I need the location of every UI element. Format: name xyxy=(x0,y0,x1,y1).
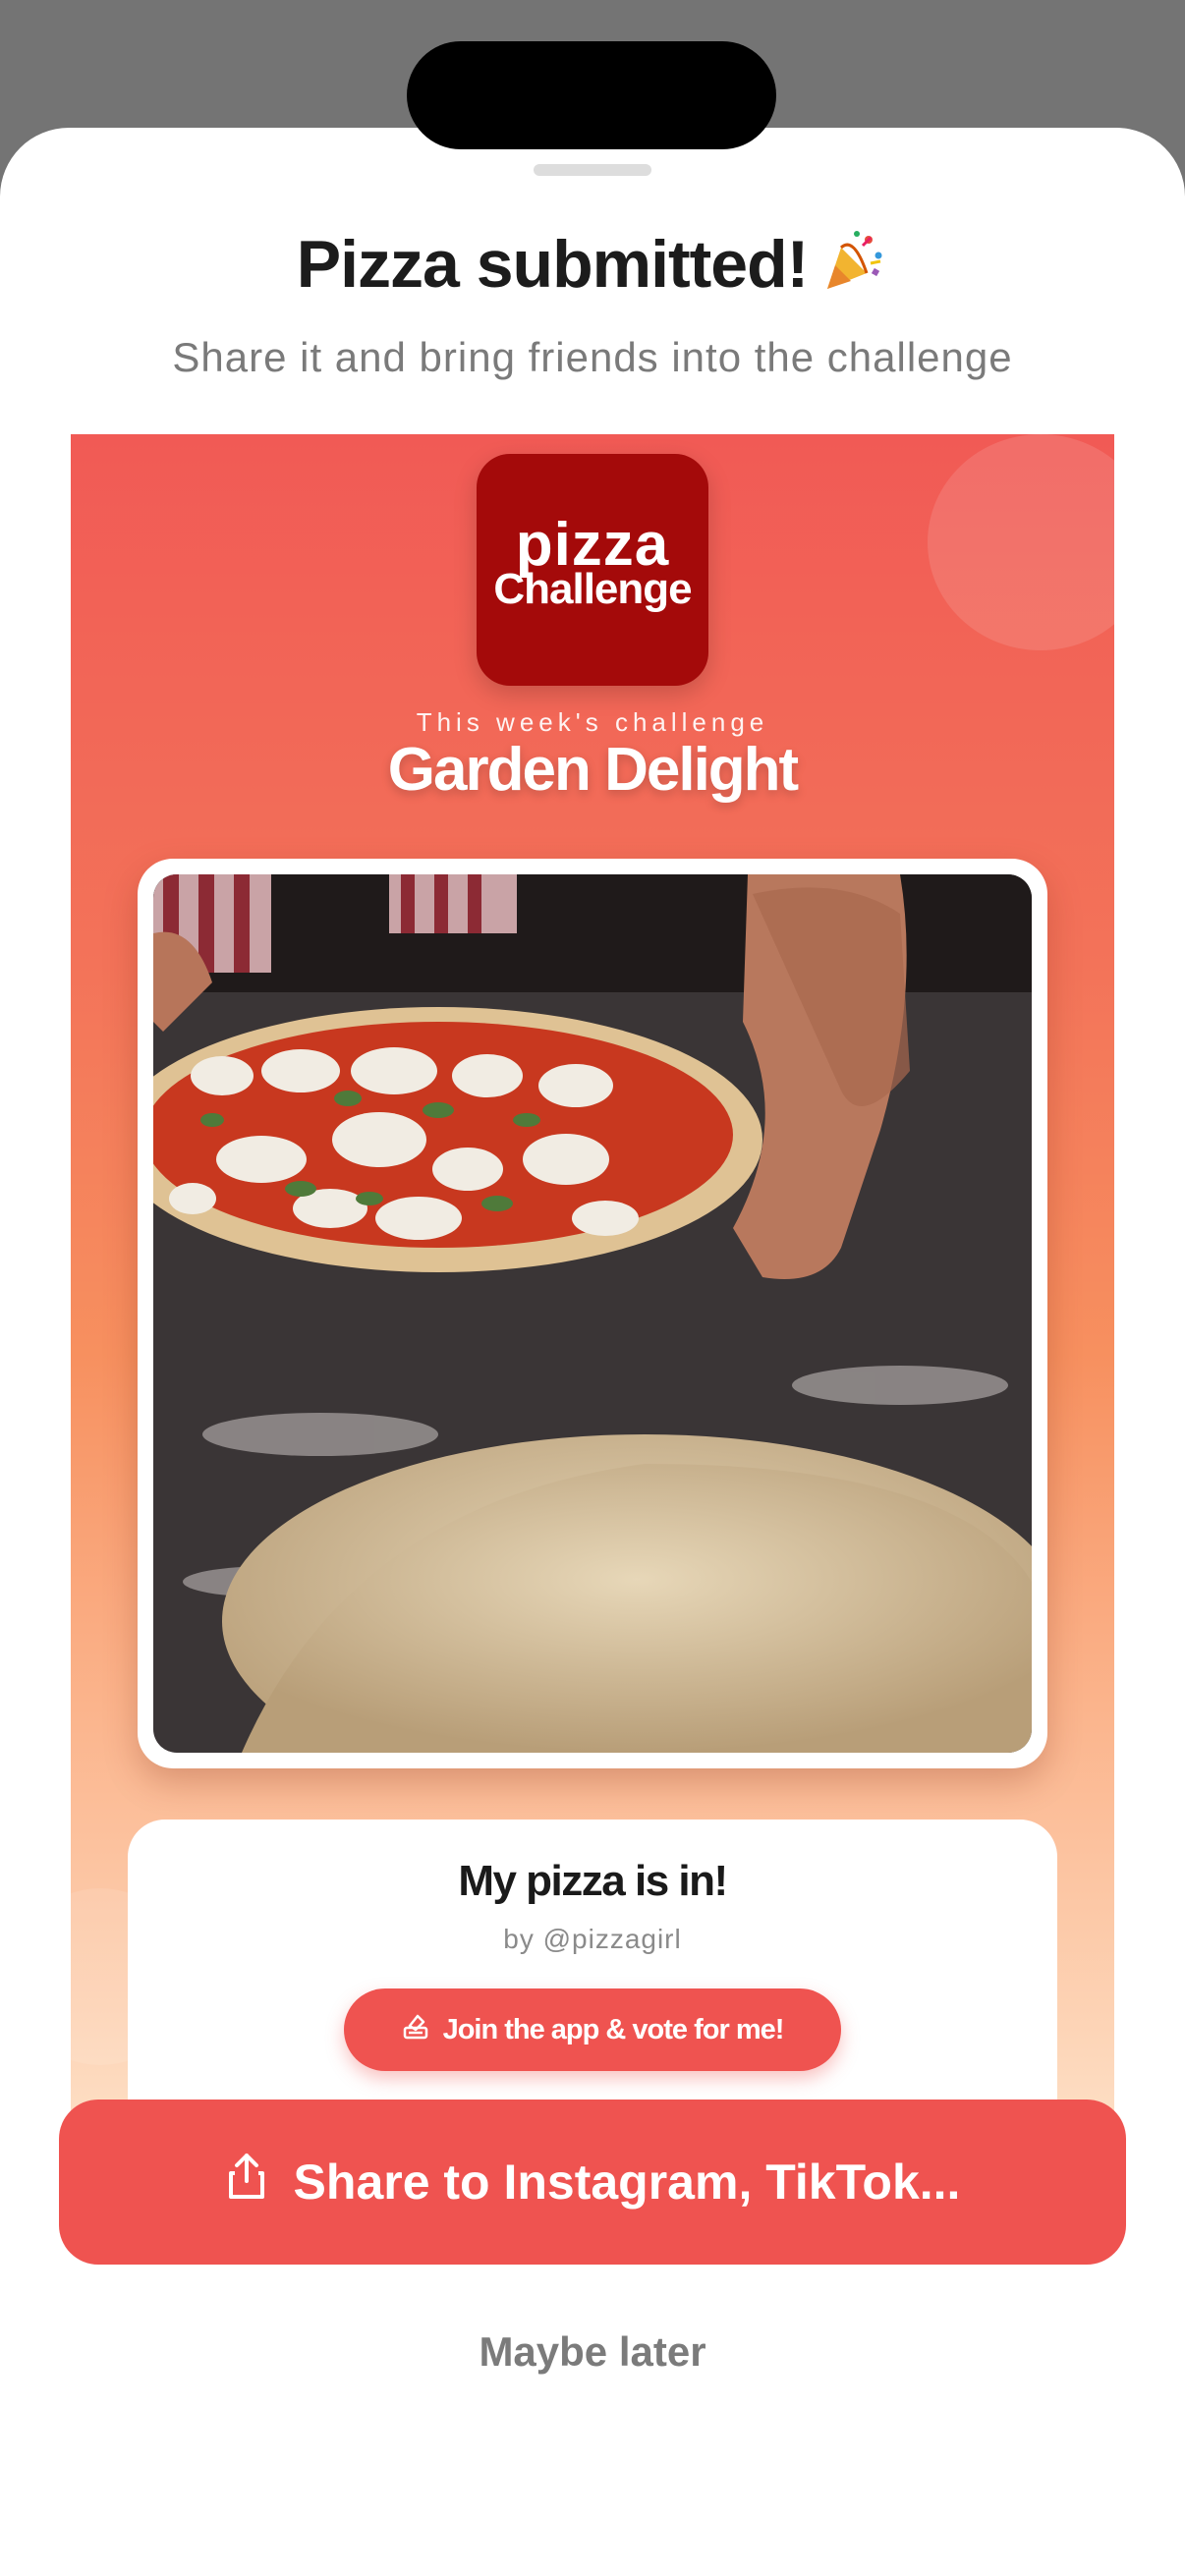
share-button-label: Share to Instagram, TikTok... xyxy=(293,2155,961,2210)
sheet-subtitle: Share it and bring friends into the chal… xyxy=(172,334,1013,380)
sheet-title: Pizza submitted! xyxy=(0,226,1185,303)
post-title: My pizza is in! xyxy=(458,1857,728,1905)
share-button[interactable]: Share to Instagram, TikTok... xyxy=(59,2100,1126,2265)
pizza-photo xyxy=(153,874,1032,1753)
week-label: This week's challenge xyxy=(416,707,769,737)
author-handle: by @pizzagirl xyxy=(503,1924,682,1954)
vote-button-label: Join the app & vote for me! xyxy=(442,2013,785,2045)
sheet-grabber[interactable] xyxy=(534,164,651,176)
maybe-later-button[interactable]: Maybe later xyxy=(0,2328,1185,2376)
sheet-title-text: Pizza submitted! xyxy=(296,227,809,302)
pizza-photo-frame xyxy=(138,859,1047,1768)
share-card-preview: pizza Challenge This week's challenge Ga… xyxy=(71,434,1114,2203)
logo-line-2: Challenge xyxy=(493,565,692,613)
challenge-name: Garden Delight xyxy=(387,736,799,804)
party-popper-icon xyxy=(819,226,888,295)
decorative-circle xyxy=(928,434,1114,650)
pizza-challenge-logo: pizza Challenge xyxy=(477,454,708,686)
ballot-icon xyxy=(402,2012,429,2047)
bottom-sheet: Pizza submitted! Share it and bring frie… xyxy=(0,128,1185,2576)
share-icon xyxy=(225,2152,268,2212)
dynamic-island xyxy=(407,41,776,149)
vote-button[interactable]: Join the app & vote for me! xyxy=(344,1988,841,2071)
